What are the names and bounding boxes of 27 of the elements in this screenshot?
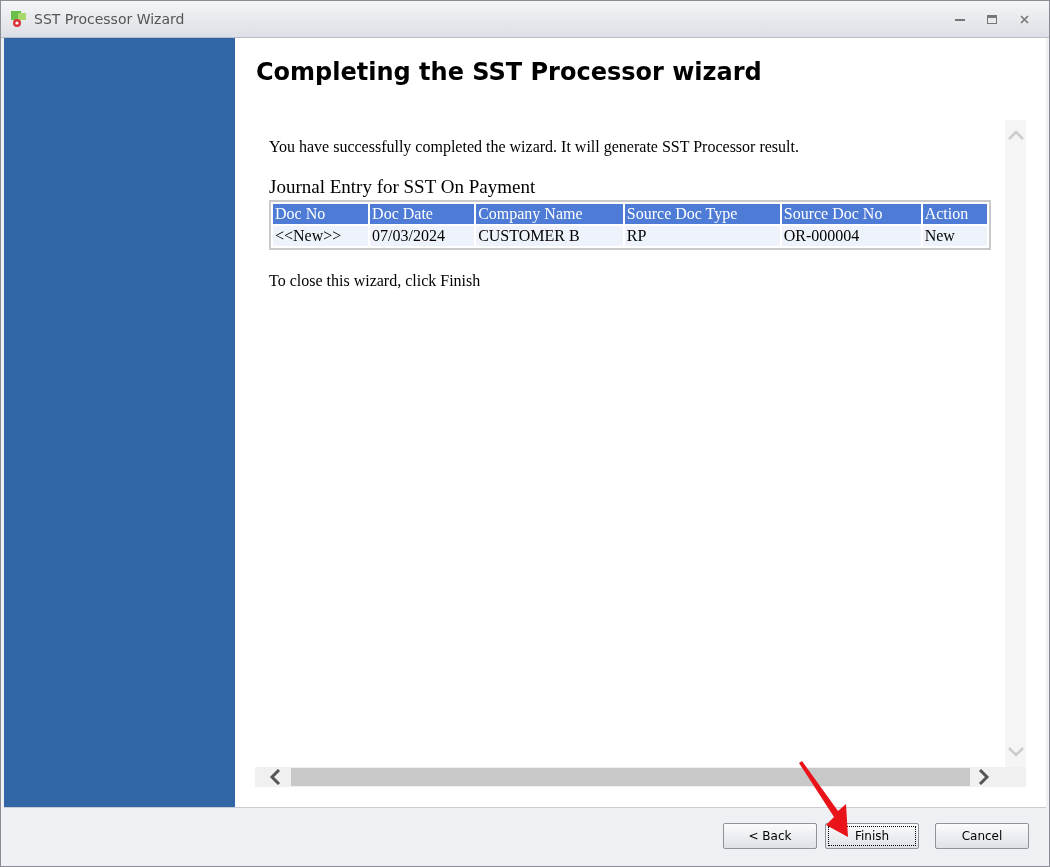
table-cell: CUSTOMER B [476, 226, 623, 246]
column-header: Doc No [273, 204, 369, 224]
column-header: Company Name [476, 204, 623, 224]
column-header: Action [922, 204, 987, 224]
table-cell: 07/03/2024 [370, 226, 475, 246]
table-cell: <<New>> [273, 226, 369, 246]
wizard-button[interactable]: Finish [825, 822, 919, 849]
close-icon[interactable] [1019, 14, 1029, 24]
maximize-icon[interactable] [987, 14, 997, 24]
wizard-heading: Completing the SST Processor wizard [256, 58, 763, 86]
wizard-button[interactable]: Cancel [935, 822, 1029, 849]
scroll-right-icon[interactable] [978, 769, 990, 785]
table-cell: New [922, 226, 987, 246]
column-header: Source Doc No [781, 204, 921, 224]
column-header: Doc Date [370, 204, 475, 224]
column-header: Source Doc Type [624, 204, 780, 224]
window-title: SST Processor Wizard [34, 11, 186, 27]
wizard-button[interactable]: < Back [723, 822, 817, 849]
table-title: Journal Entry for SST On Payment [269, 176, 537, 198]
scroll-left-icon[interactable] [269, 769, 281, 785]
intro-text: You have successfully completed the wizard. It will generate SST Processor result. [269, 138, 800, 156]
app-icon [10, 10, 28, 28]
horizontal-scrollbar[interactable] [255, 767, 1026, 787]
closing-text: To close this wizard, click Finish [269, 272, 482, 290]
table-cell: RP [624, 226, 780, 246]
table-cell: OR-000004 [781, 226, 921, 246]
minimize-icon[interactable] [955, 17, 965, 21]
